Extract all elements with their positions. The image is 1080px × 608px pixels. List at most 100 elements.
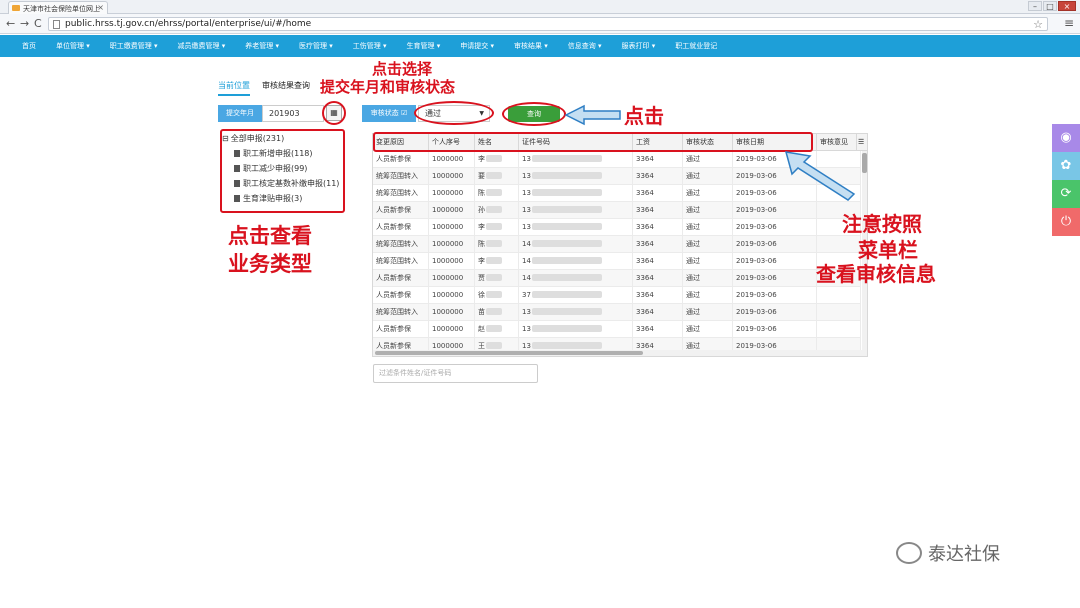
nav-item-home[interactable]: 首页 [22,41,36,51]
cell-reason: 人员新参保 [373,287,429,304]
nav-item-pension[interactable]: 养老管理 ▾ [245,41,279,51]
annotation-tree-line2: 业务类型 [228,252,312,276]
tab-close-icon[interactable]: × [97,3,104,12]
cell-text: 1000000 [432,206,464,214]
nav-item-maternity[interactable]: 生育管理 ▾ [407,41,441,51]
browser-titlebar: 天津市社会保险单位网上 × – □ × [0,0,1080,14]
browser-tab[interactable]: 天津市社会保险单位网上 × [8,1,108,14]
reload-icon[interactable]: C [34,17,42,31]
maximize-icon[interactable]: □ [1043,1,1057,11]
cell-opinion [817,236,861,253]
cell-text: 2019-03-06 [736,189,777,197]
nav-item-print[interactable]: 服表打印 ▾ [622,41,656,51]
redacted-blur [486,291,502,298]
back-icon[interactable]: ← [6,17,15,31]
forward-icon[interactable]: → [20,17,29,31]
table-row[interactable]: 人员新参保 1000000 贾 14 3364 通过 2019-03-06 [373,270,861,287]
url-input[interactable]: public.hrss.tj.gov.cn/ehrss/portal/enter… [48,17,1048,31]
nav-item-review-results[interactable]: 审核结果 ▾ [514,41,548,51]
cell-seq: 1000000 [429,253,475,270]
bookmark-star-icon[interactable]: ☆ [1033,18,1043,31]
nav-item-reduction-payment[interactable]: 减员缴费管理 ▾ [178,41,226,51]
cell-text: 3364 [636,206,654,214]
nav-item-injury[interactable]: 工伤管理 ▾ [353,41,387,51]
redacted-blur [531,172,602,179]
power-icon[interactable]: ⏻ [1052,208,1080,236]
tree-icon[interactable]: ✿ [1052,152,1080,180]
cell-text: 3364 [636,189,654,197]
cell-wage: 3364 [633,168,683,185]
cell-date: 2019-03-06 [733,236,817,253]
nav-item-unit[interactable]: 单位管理 ▾ [56,41,90,51]
cell-opinion [817,321,861,338]
watermark: 泰达社保 [896,540,1000,566]
cell-wage: 3364 [633,287,683,304]
table-row[interactable]: 人员新参保 1000000 赵 13 3364 通过 2019-03-06 [373,321,861,338]
cell-text: 3364 [636,325,654,333]
redacted-blur [531,189,602,196]
cell-wage: 3364 [633,321,683,338]
browser-menu-icon[interactable]: ≡ [1064,16,1074,30]
cell-text: 2019-03-06 [736,291,777,299]
cell-status: 通过 [683,168,733,185]
filter-search-input[interactable]: 过滤条件姓名/证件号码 [373,364,538,383]
redacted-blur [531,257,602,264]
cell-id: 37 [519,287,633,304]
nav-item-employee-payment[interactable]: 职工缴费管理 ▾ [110,41,158,51]
close-window-icon[interactable]: × [1058,1,1076,11]
cell-reason: 人员新参保 [373,270,429,287]
cell-id: 14 [519,236,633,253]
nav-item-info-query[interactable]: 信息查询 ▾ [568,41,602,51]
table-row[interactable]: 人员新参保 1000000 徐 37 3364 通过 2019-03-06 [373,287,861,304]
cell-text: 1000000 [432,257,464,265]
table-row[interactable]: 人员新参保 1000000 李 13 3364 通过 2019-03-06 [373,219,861,236]
cell-text: 孙 [478,206,485,214]
table-row[interactable]: 统筹范围转入 1000000 苗 13 3364 通过 2019-03-06 [373,304,861,321]
minimize-icon[interactable]: – [1028,1,1042,11]
nav-item-submit[interactable]: 申请提交 ▾ [460,41,494,51]
breadcrumb-page: 审核结果查询 [262,81,310,90]
cell-date: 2019-03-06 [733,219,817,236]
cell-text: 陈 [478,240,485,248]
cell-reason: 人员新参保 [373,219,429,236]
cell-wage: 3364 [633,202,683,219]
annotation-click: 点击 [624,104,664,128]
cell-text: 统筹范围转入 [376,240,418,248]
redacted-blur [486,155,502,162]
cell-text: 人员新参保 [376,342,411,350]
cell-name: 陈 [475,185,519,202]
nav-item-medical[interactable]: 医疗管理 ▾ [299,41,333,51]
cell-text: 1000000 [432,325,464,333]
cell-text: 3364 [636,342,654,350]
cell-reason: 人员新参保 [373,321,429,338]
nav-item-employment[interactable]: 职工就业登记 [675,41,717,51]
cell-text: 人员新参保 [376,223,411,231]
scroll-thumb[interactable] [862,153,867,173]
table-row[interactable]: 人员新参保 1000000 孙 13 3364 通过 2019-03-06 [373,202,861,219]
table-row[interactable]: 统筹范围转入 1000000 陈 14 3364 通过 2019-03-06 [373,236,861,253]
scroll-thumb[interactable] [375,351,643,355]
horizontal-scrollbar[interactable] [373,350,867,356]
cell-text: 王 [478,342,485,350]
cell-reason: 统筹范围转入 [373,168,429,185]
cell-text: 1000000 [432,189,464,197]
column-menu-icon[interactable]: ☰ [857,134,867,151]
redacted-blur [531,155,602,162]
cell-wage: 3364 [633,219,683,236]
cell-text: 2019-03-06 [736,223,777,231]
cell-status: 通过 [683,287,733,304]
cell-text: 13 [522,172,531,180]
cell-status: 通过 [683,253,733,270]
refresh-icon[interactable]: ⟳ [1052,180,1080,208]
cell-opinion [817,287,861,304]
redacted-blur [486,189,502,196]
cell-text: 2019-03-06 [736,342,777,350]
table-row[interactable]: 统筹范围转入 1000000 李 14 3364 通过 2019-03-06 [373,253,861,270]
cell-reason: 人员新参保 [373,202,429,219]
submit-month-input[interactable]: 201903 [262,105,324,122]
cell-status: 通过 [683,236,733,253]
cell-text: 2019-03-06 [736,155,777,163]
cell-seq: 1000000 [429,219,475,236]
left-arrow-icon [564,104,621,126]
eye-icon[interactable]: ◉ [1052,124,1080,152]
